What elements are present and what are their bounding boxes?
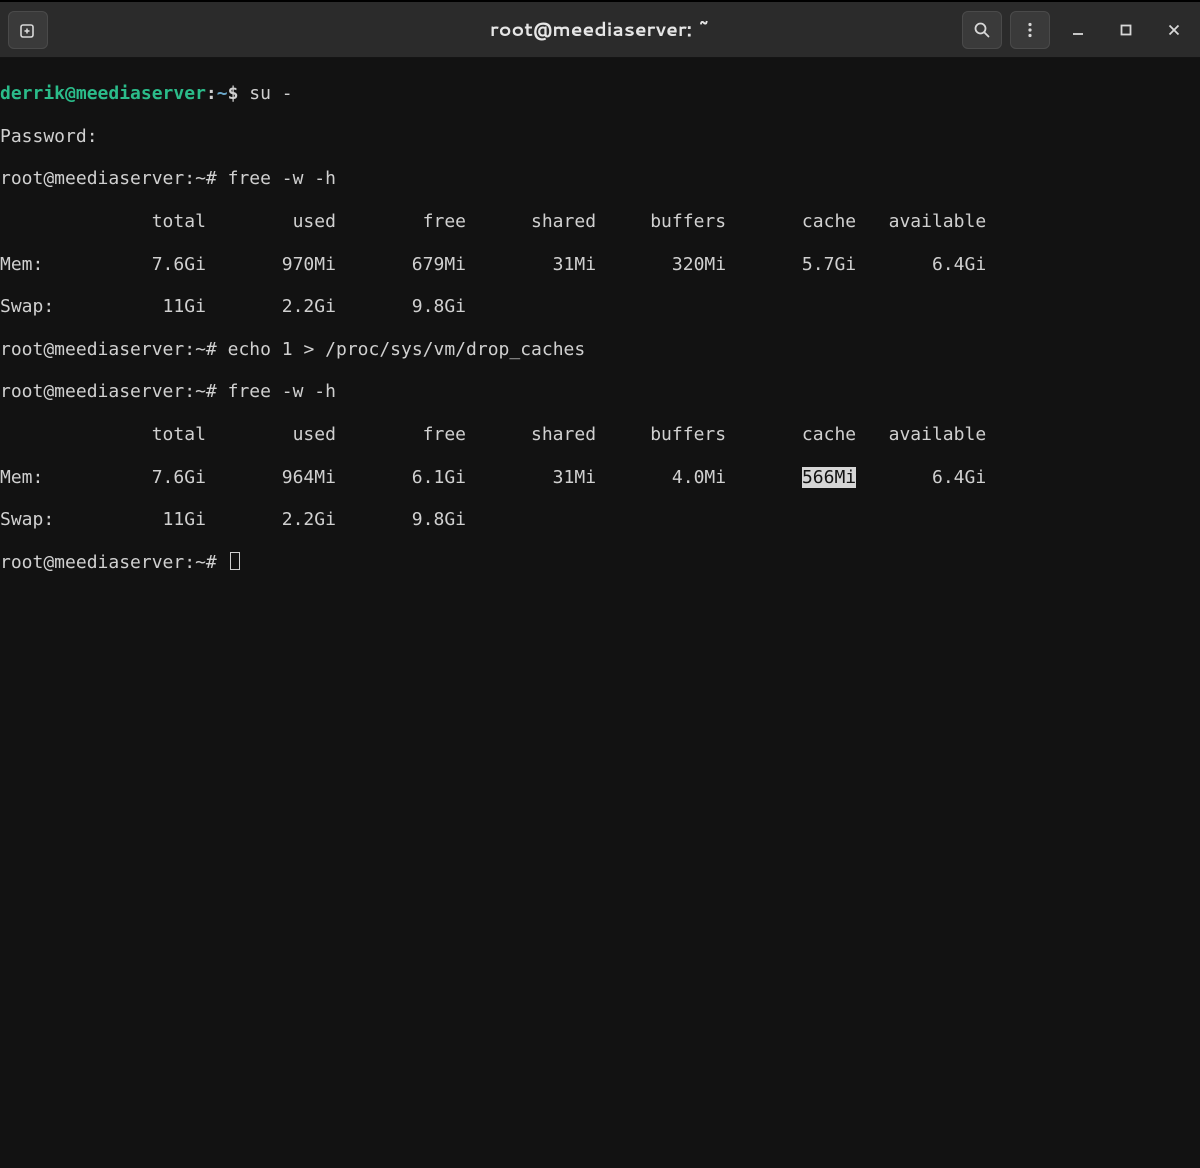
prompt-root: root@meediaserver	[0, 552, 184, 573]
search-button[interactable]	[962, 11, 1002, 49]
cmd-text: echo 1 > /proc/sys/vm/drop_caches	[228, 339, 586, 360]
free-header: total used free shared buffers cache ava…	[0, 424, 1200, 445]
terminal-line: root@meediaserver:~# free -w -h	[0, 168, 1200, 189]
cmd-text: free -w -h	[228, 381, 336, 402]
new-tab-icon	[19, 21, 37, 39]
prompt-colon: :	[184, 552, 195, 573]
prompt-user: derrik@meediaserver	[0, 83, 206, 104]
prompt-colon: :	[184, 168, 195, 189]
output-text: Mem: 7.6Gi 964Mi 6.1Gi 31Mi 4.0Mi	[0, 467, 802, 488]
cmd-text: free -w -h	[228, 168, 336, 189]
minimize-icon	[1071, 23, 1085, 37]
cursor	[230, 552, 240, 570]
prompt-colon: :	[206, 83, 217, 104]
window-title: root@meediaserver: ~	[490, 16, 710, 43]
prompt-path: ~	[217, 83, 228, 104]
minimize-button[interactable]	[1058, 11, 1098, 49]
terminal-line: root@meediaserver:~# free -w -h	[0, 381, 1200, 402]
close-icon	[1167, 23, 1181, 37]
kebab-menu-icon	[1021, 21, 1039, 39]
terminal-line: derrik@meediaserver:~$ su -	[0, 83, 1200, 104]
free-swap-row: Swap: 11Gi 2.2Gi 9.8Gi	[0, 509, 1200, 530]
highlighted-value: 566Mi	[802, 467, 856, 488]
new-tab-button[interactable]	[8, 11, 48, 49]
prompt-colon: :	[184, 339, 195, 360]
terminal-viewport[interactable]: derrik@meediaserver:~$ su - Password: ro…	[0, 58, 1200, 1168]
prompt-symbol: #	[206, 168, 217, 189]
prompt-symbol: $	[228, 83, 239, 104]
prompt-colon: :	[184, 381, 195, 402]
prompt-symbol: #	[206, 381, 217, 402]
close-button[interactable]	[1154, 11, 1194, 49]
prompt-path: ~	[195, 168, 206, 189]
free-header: total used free shared buffers cache ava…	[0, 211, 1200, 232]
maximize-button[interactable]	[1106, 11, 1146, 49]
prompt-symbol: #	[206, 339, 217, 360]
cmd-text: su -	[249, 83, 292, 104]
prompt-path: ~	[195, 339, 206, 360]
prompt-path: ~	[195, 552, 206, 573]
output-text: 6.4Gi	[856, 467, 986, 488]
terminal-line: Password:	[0, 126, 1200, 147]
cmd-text	[238, 83, 249, 104]
maximize-icon	[1119, 23, 1133, 37]
prompt-root: root@meediaserver	[0, 381, 184, 402]
titlebar-right	[962, 11, 1194, 49]
free-swap-row: Swap: 11Gi 2.2Gi 9.8Gi	[0, 296, 1200, 317]
titlebar: root@meediaserver: ~	[0, 0, 1200, 58]
prompt-symbol: #	[206, 552, 217, 573]
search-icon	[973, 21, 991, 39]
free-mem-row: Mem: 7.6Gi 964Mi 6.1Gi 31Mi 4.0Mi 566Mi …	[0, 467, 1200, 488]
prompt-path: ~	[195, 381, 206, 402]
terminal-line: root@meediaserver:~# echo 1 > /proc/sys/…	[0, 339, 1200, 360]
prompt-root: root@meediaserver	[0, 339, 184, 360]
prompt-root: root@meediaserver	[0, 168, 184, 189]
terminal-line: root@meediaserver:~#	[0, 552, 1200, 573]
menu-button[interactable]	[1010, 11, 1050, 49]
free-mem-row: Mem: 7.6Gi 970Mi 679Mi 31Mi 320Mi 5.7Gi …	[0, 254, 1200, 275]
output-text: Password:	[0, 126, 98, 147]
